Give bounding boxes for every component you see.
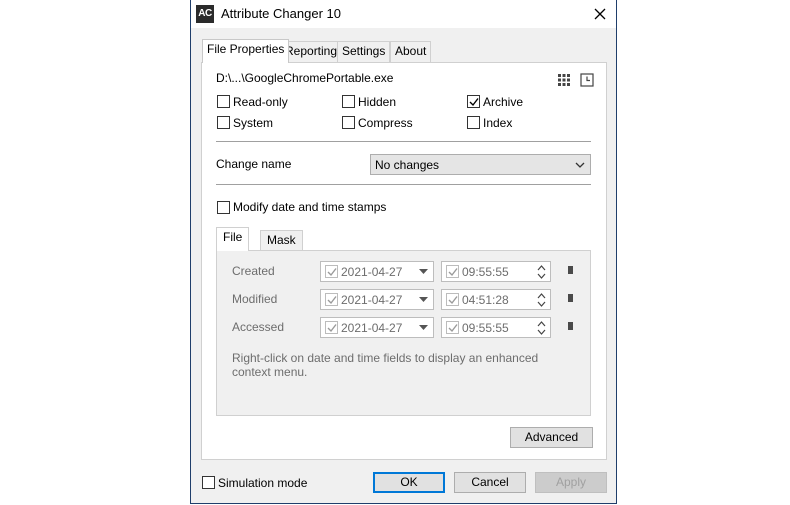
accessed-handle[interactable] (568, 322, 573, 330)
modified-time-field[interactable]: 04:51:28 (441, 289, 551, 310)
checkmark-icon (327, 296, 337, 305)
read-only-checkbox[interactable] (217, 95, 230, 108)
app-icon: AC (196, 5, 214, 23)
tab-about[interactable]: About (390, 41, 432, 62)
created-date-checkbox[interactable] (325, 265, 338, 278)
accessed-date-value: 2021-04-27 (341, 321, 403, 335)
ok-button[interactable]: OK (373, 472, 445, 493)
grid-view-button[interactable] (557, 73, 571, 87)
spinner-icon[interactable] (537, 292, 546, 308)
clock-icon (580, 73, 594, 87)
chevron-down-icon (575, 162, 585, 168)
simulation-mode-checkbox[interactable] (202, 476, 215, 489)
dropdown-arrow-icon (419, 325, 428, 330)
separator (216, 141, 591, 142)
created-label: Created (232, 264, 275, 278)
modify-stamps-checkbox[interactable] (217, 201, 230, 214)
simulation-mode-label: Simulation mode (218, 476, 308, 490)
close-icon (594, 8, 606, 20)
index-label: Index (483, 116, 513, 130)
cancel-button[interactable]: Cancel (454, 472, 526, 493)
dropdown-arrow-icon (419, 269, 428, 274)
modified-time-checkbox[interactable] (446, 293, 459, 306)
checkmark-icon (448, 268, 458, 277)
modified-handle[interactable] (568, 294, 573, 302)
checkmark-icon (469, 98, 479, 107)
modified-date-value: 2021-04-27 (341, 293, 403, 307)
window-title: Attribute Changer 10 (221, 6, 341, 21)
compress-label: Compress (358, 116, 413, 130)
modified-time-value: 04:51:28 (462, 293, 509, 307)
created-handle[interactable] (568, 266, 573, 274)
separator (216, 184, 591, 185)
checkmark-icon (327, 268, 337, 277)
accessed-label: Accessed (232, 320, 285, 334)
compress-checkbox[interactable] (342, 116, 355, 129)
modified-date-field[interactable]: 2021-04-27 (320, 289, 434, 310)
tab-file[interactable]: File (216, 227, 250, 251)
modified-label: Modified (232, 292, 278, 306)
accessed-time-checkbox[interactable] (446, 321, 459, 334)
accessed-time-field[interactable]: 09:55:55 (441, 317, 551, 338)
time-button[interactable] (580, 73, 594, 87)
accessed-date-field[interactable]: 2021-04-27 (320, 317, 434, 338)
created-time-value: 09:55:55 (462, 265, 509, 279)
grid-icon (558, 74, 570, 86)
checkmark-icon (448, 296, 458, 305)
change-name-value: No changes (375, 158, 440, 172)
created-date-value: 2021-04-27 (341, 265, 403, 279)
checkmark-icon (448, 324, 458, 333)
accessed-time-value: 09:55:55 (462, 321, 509, 335)
attribute-changer-window: AC Attribute Changer 10 File Properties … (190, 0, 617, 504)
dropdown-arrow-icon (419, 297, 428, 302)
tab-mask[interactable]: Mask (260, 230, 303, 251)
system-label: System (233, 116, 274, 130)
change-name-dropdown[interactable]: No changes (370, 154, 591, 175)
file-path: D:\...\GoogleChromePortable.exe (216, 71, 394, 85)
hidden-label: Hidden (358, 95, 397, 109)
tab-file-properties[interactable]: File Properties (202, 39, 290, 63)
close-button[interactable] (589, 4, 611, 24)
modify-stamps-label: Modify date and time stamps (233, 200, 387, 214)
archive-checkbox[interactable] (467, 95, 480, 108)
checkmark-icon (327, 324, 337, 333)
modified-date-checkbox[interactable] (325, 293, 338, 306)
created-time-field[interactable]: 09:55:55 (441, 261, 551, 282)
spinner-icon[interactable] (537, 264, 546, 280)
advanced-button[interactable]: Advanced (510, 427, 593, 448)
change-name-label: Change name (216, 157, 292, 171)
tab-settings[interactable]: Settings (337, 41, 391, 62)
created-date-field[interactable]: 2021-04-27 (320, 261, 434, 282)
apply-button[interactable]: Apply (535, 472, 607, 493)
title-bar: AC Attribute Changer 10 (191, 0, 616, 28)
read-only-label: Read-only (233, 95, 288, 109)
created-time-checkbox[interactable] (446, 265, 459, 278)
hidden-checkbox[interactable] (342, 95, 355, 108)
archive-label: Archive (483, 95, 524, 109)
system-checkbox[interactable] (217, 116, 230, 129)
accessed-date-checkbox[interactable] (325, 321, 338, 334)
hint-text: Right-click on date and time fields to d… (232, 351, 539, 379)
index-checkbox[interactable] (467, 116, 480, 129)
spinner-icon[interactable] (537, 320, 546, 336)
